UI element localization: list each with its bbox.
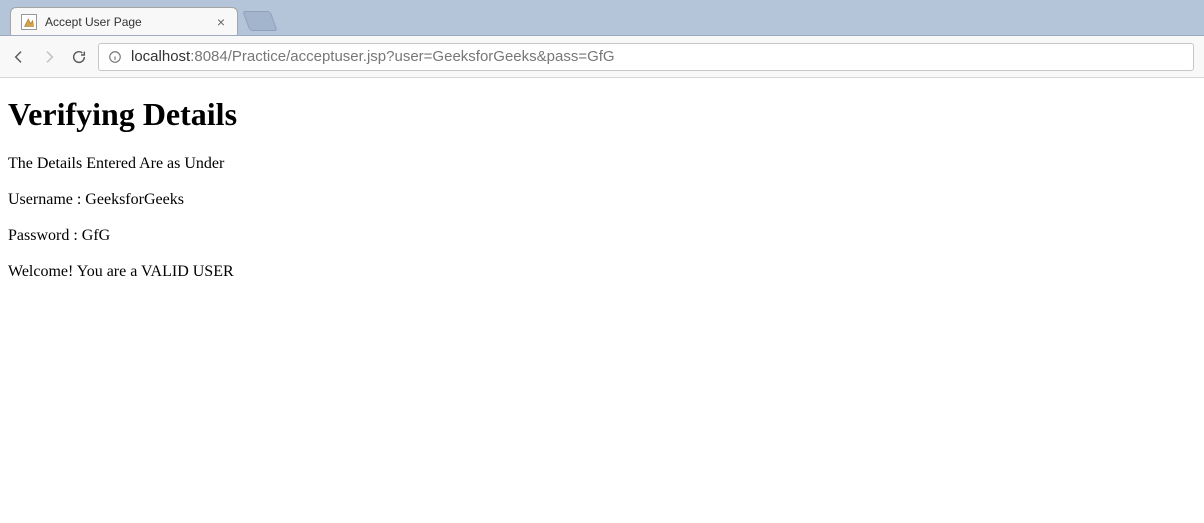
- intro-line: The Details Entered Are as Under: [8, 155, 1196, 173]
- url-text: localhost:8084/Practice/acceptuser.jsp?u…: [131, 48, 615, 65]
- close-icon[interactable]: ×: [213, 14, 229, 30]
- username-line: Username : GeeksforGeeks: [8, 191, 1196, 209]
- page-content: Verifying Details The Details Entered Ar…: [0, 78, 1204, 317]
- welcome-line: Welcome! You are a VALID USER: [8, 263, 1196, 281]
- site-info-icon[interactable]: [107, 49, 123, 65]
- forward-button[interactable]: [40, 48, 58, 66]
- new-tab-button[interactable]: [242, 11, 277, 31]
- url-path: :8084/Practice/acceptuser.jsp?user=Geeks…: [190, 48, 614, 65]
- nav-buttons: [10, 48, 88, 66]
- password-line: Password : GfG: [8, 227, 1196, 245]
- back-button[interactable]: [10, 48, 28, 66]
- tab-strip: Accept User Page ×: [0, 0, 1204, 35]
- reload-button[interactable]: [70, 48, 88, 66]
- browser-tab[interactable]: Accept User Page ×: [10, 7, 238, 35]
- favicon-icon: [21, 14, 37, 30]
- browser-toolbar: localhost:8084/Practice/acceptuser.jsp?u…: [0, 36, 1204, 78]
- url-host: localhost: [131, 48, 190, 65]
- browser-tab-strip-area: Accept User Page ×: [0, 0, 1204, 36]
- tab-title: Accept User Page: [45, 15, 205, 29]
- page-heading: Verifying Details: [8, 96, 1196, 133]
- address-bar[interactable]: localhost:8084/Practice/acceptuser.jsp?u…: [98, 43, 1194, 71]
